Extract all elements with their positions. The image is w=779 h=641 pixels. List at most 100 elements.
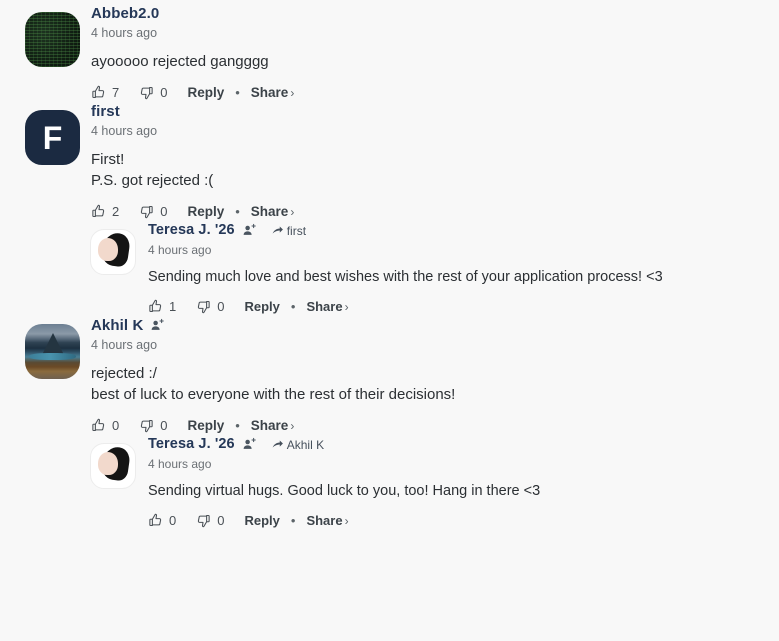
chevron-right-icon: ›: [344, 514, 349, 528]
thumbs-up-icon: [91, 418, 106, 433]
comment-text-line: ayooooo rejected gangggg: [91, 53, 269, 70]
comment-timestamp: 4 hours ago: [148, 457, 212, 471]
share-button[interactable]: Share ›: [306, 299, 348, 314]
thumbs-up-icon: [91, 85, 106, 100]
upvote-count: 0: [169, 513, 177, 528]
comment-body: Akhil K 4 hours ago rejected :/ best of luc…: [80, 318, 779, 433]
comment-text-line: First!: [91, 151, 125, 168]
reply-target-label: first: [286, 223, 307, 238]
comment-header: first: [91, 104, 779, 119]
thumbs-up-icon: [91, 204, 106, 219]
share-button[interactable]: Share ›: [251, 204, 295, 219]
comment-reply: Teresa J. '26 first 4 hours ago Sending muc…: [0, 223, 779, 314]
thumbs-up-icon: [148, 513, 163, 528]
share-button[interactable]: Share ›: [251, 85, 295, 100]
chevron-right-icon: ›: [344, 300, 349, 314]
avatar[interactable]: [25, 324, 80, 379]
person-add-icon[interactable]: [242, 223, 257, 238]
comment-actions: 1 0 Reply • Share ›: [148, 299, 779, 314]
thumbs-down-icon: [196, 299, 211, 314]
upvote-button[interactable]: 1: [148, 299, 176, 314]
comment-body: Abbeb2.0 4 hours ago ayooooo rejected gang…: [80, 6, 779, 100]
thumbs-up-icon: [148, 299, 163, 314]
comment-author[interactable]: Teresa J. '26: [148, 437, 235, 452]
comment-header: Akhil K: [91, 318, 779, 333]
downvote-count: 0: [160, 204, 168, 219]
comment-text-line: best of luck to everyone with the rest o…: [91, 386, 456, 403]
share-button[interactable]: Share ›: [306, 513, 348, 528]
downvote-count: 0: [160, 85, 168, 100]
downvote-button[interactable]: 0: [139, 418, 167, 433]
comment-timestamp: 4 hours ago: [148, 243, 212, 257]
share-label: Share: [306, 299, 343, 314]
comment-actions: 2 0 Reply • Share ›: [91, 204, 779, 219]
comment-reply: Teresa J. '26 Akhil K 4 hours ago Sending v…: [0, 437, 779, 528]
downvote-button[interactable]: 0: [139, 204, 167, 219]
comment-actions: 7 0 Reply • Share ›: [91, 85, 779, 100]
upvote-count: 0: [112, 418, 120, 433]
comment-text-line: Sending much love and best wishes with t…: [148, 269, 663, 285]
upvote-button[interactable]: 7: [91, 85, 119, 100]
comment-author[interactable]: Abbeb2.0: [91, 6, 159, 21]
action-separator: •: [290, 513, 296, 528]
reply-arrow-icon: [271, 438, 284, 451]
upvote-count: 7: [112, 85, 120, 100]
downvote-count: 0: [217, 299, 225, 314]
upvote-button[interactable]: 0: [91, 418, 119, 433]
comment-text: ayooooo rejected gangggg: [91, 51, 779, 72]
action-separator: •: [235, 85, 240, 100]
reply-target[interactable]: first: [271, 224, 306, 237]
thumbs-down-icon: [196, 513, 211, 528]
avatar[interactable]: [90, 443, 136, 489]
comment: Abbeb2.0 4 hours ago ayooooo rejected gang…: [0, 6, 779, 100]
share-button[interactable]: Share ›: [251, 418, 295, 433]
reply-target[interactable]: Akhil K: [271, 438, 324, 451]
reply-button[interactable]: Reply: [244, 299, 279, 314]
comment-actions: 0 0 Reply • Share ›: [148, 513, 779, 528]
avatar-initial: F: [42, 119, 63, 156]
upvote-button[interactable]: 0: [148, 513, 176, 528]
comment-text-line: P.S. got rejected :(: [91, 172, 214, 189]
reply-button[interactable]: Reply: [187, 418, 224, 433]
comment-body: Teresa J. '26 Akhil K 4 hours ago Sending v…: [136, 437, 779, 528]
comment-thread: Abbeb2.0 4 hours ago ayooooo rejected gang…: [0, 0, 779, 528]
action-separator: •: [290, 299, 296, 314]
reply-button[interactable]: Reply: [244, 513, 279, 528]
person-add-icon[interactable]: [242, 437, 257, 452]
share-label: Share: [250, 418, 289, 433]
comment-header: Teresa J. '26 Akhil K: [148, 437, 779, 452]
comment-text: Sending virtual hugs. Good luck to you, …: [148, 481, 779, 501]
comment-text: First! P.S. got rejected :(: [91, 149, 779, 191]
comment-header: Abbeb2.0: [91, 6, 779, 21]
comment-timestamp: 4 hours ago: [91, 26, 158, 40]
comment-body: Teresa J. '26 first 4 hours ago Sending muc…: [136, 223, 779, 314]
share-label: Share: [250, 204, 289, 219]
thumbs-down-icon: [139, 418, 154, 433]
thumbs-down-icon: [139, 204, 154, 219]
action-separator: •: [235, 418, 240, 433]
downvote-button[interactable]: 0: [196, 299, 224, 314]
upvote-count: 2: [112, 204, 120, 219]
downvote-button[interactable]: 0: [196, 513, 224, 528]
comment: Ffirst 4 hours ago First! P.S. got rejected…: [0, 104, 779, 219]
avatar[interactable]: [25, 12, 80, 67]
downvote-button[interactable]: 0: [139, 85, 167, 100]
upvote-button[interactable]: 2: [91, 204, 119, 219]
chevron-right-icon: ›: [290, 86, 295, 100]
comment-text-line: rejected :/: [91, 365, 157, 382]
comment-text: Sending much love and best wishes with t…: [148, 267, 779, 287]
comment-author[interactable]: Akhil K: [91, 318, 143, 333]
comment-author[interactable]: first: [91, 104, 120, 119]
person-add-icon[interactable]: [150, 318, 165, 333]
reply-button[interactable]: Reply: [187, 204, 224, 219]
comment-header: Teresa J. '26 first: [148, 223, 779, 238]
avatar[interactable]: F: [25, 110, 80, 165]
avatar[interactable]: [90, 229, 136, 275]
reply-target-label: Akhil K: [286, 437, 325, 452]
comment: Akhil K 4 hours ago rejected :/ best of luc…: [0, 318, 779, 433]
chevron-right-icon: ›: [290, 205, 295, 219]
reply-button[interactable]: Reply: [187, 85, 224, 100]
comment-text-line: Sending virtual hugs. Good luck to you, …: [148, 483, 541, 499]
downvote-count: 0: [217, 513, 225, 528]
comment-author[interactable]: Teresa J. '26: [148, 223, 235, 238]
